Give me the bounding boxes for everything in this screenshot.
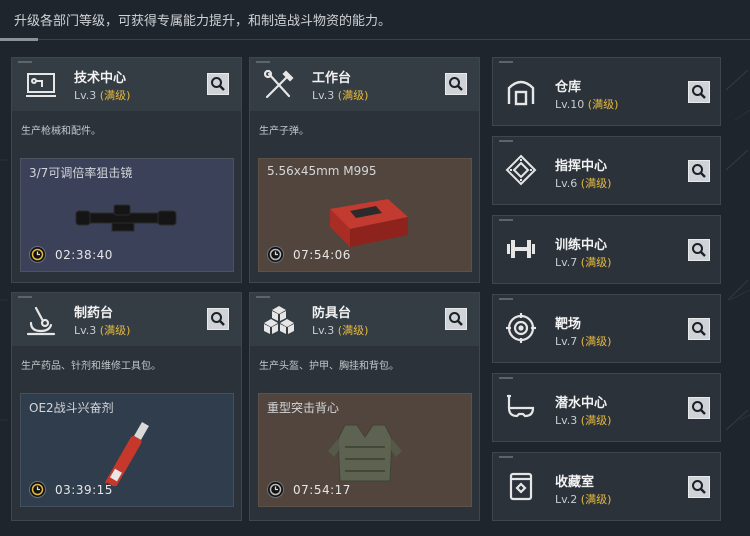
card-notch bbox=[499, 377, 513, 379]
department-card-tech-center[interactable]: 技术中心 Lv.3 (满级) 生产枪械和配件。 3/7可调倍率狙击镜 02:38… bbox=[11, 57, 242, 283]
search-button[interactable] bbox=[207, 308, 229, 330]
card-title: 防具台 bbox=[312, 306, 352, 321]
header-divider bbox=[0, 39, 750, 40]
card-notch bbox=[499, 456, 513, 458]
department-card-warehouse[interactable]: 仓库 Lv.10 (满级) bbox=[492, 57, 721, 126]
card-notch bbox=[499, 298, 513, 300]
header-divider-accent bbox=[0, 38, 38, 41]
card-description: 生产头盔、护甲、胸挂和背包。 bbox=[259, 361, 399, 372]
card-title: 潜水中心 bbox=[555, 396, 608, 411]
search-button[interactable] bbox=[688, 239, 710, 261]
card-title: 训练中心 bbox=[555, 238, 608, 253]
cubes-icon bbox=[261, 303, 297, 337]
injector-image bbox=[101, 421, 149, 486]
search-icon bbox=[211, 77, 225, 91]
card-notch bbox=[18, 61, 32, 63]
card-level: Lv.7 (满级) bbox=[555, 256, 612, 269]
craft-slot[interactable]: OE2战斗兴奋剂 03:39:15 bbox=[20, 393, 234, 507]
department-card-collection-room[interactable]: 收藏室 Lv.2 (满级) bbox=[492, 452, 721, 521]
computer-icon bbox=[23, 68, 59, 102]
department-card-armor[interactable]: 防具台 Lv.3 (满级) 生产头盔、护甲、胸挂和背包。 重型突击背心 07:5… bbox=[249, 292, 480, 521]
search-icon bbox=[211, 312, 225, 326]
card-level: Lv.3 (满级) bbox=[74, 324, 131, 337]
department-card-command-center[interactable]: 指挥中心 Lv.6 (满级) bbox=[492, 136, 721, 205]
card-description: 生产子弹。 bbox=[259, 126, 309, 137]
craft-item-name: 重型突击背心 bbox=[267, 401, 340, 415]
craft-slot[interactable]: 重型突击背心 07:54:17 bbox=[258, 393, 472, 507]
craft-slot[interactable]: 3/7可调倍率狙击镜 02:38:40 bbox=[20, 158, 234, 272]
card-notch bbox=[256, 61, 270, 63]
search-button[interactable] bbox=[688, 476, 710, 498]
search-icon bbox=[692, 401, 706, 415]
timer-icon bbox=[267, 246, 284, 263]
craft-timer: 07:54:06 bbox=[293, 248, 351, 262]
card-title: 制药台 bbox=[74, 306, 114, 321]
search-icon bbox=[692, 85, 706, 99]
search-button[interactable] bbox=[445, 73, 467, 95]
dumbbell-icon bbox=[503, 232, 537, 266]
chip-icon bbox=[503, 153, 537, 187]
card-title: 指挥中心 bbox=[555, 159, 608, 174]
decorative-side-lines bbox=[725, 69, 749, 431]
search-icon bbox=[692, 164, 706, 178]
card-level: Lv.2 (满级) bbox=[555, 493, 612, 506]
department-card-training-center[interactable]: 训练中心 Lv.7 (满级) bbox=[492, 215, 721, 284]
collection-icon bbox=[503, 469, 537, 503]
card-description: 生产枪械和配件。 bbox=[21, 126, 101, 137]
card-description: 生产药品、针剂和维修工具包。 bbox=[21, 361, 161, 372]
page-description: 升级各部门等级，可获得专属能力提升，和制造战斗物资的能力。 bbox=[14, 14, 392, 29]
department-card-workbench[interactable]: 工作台 Lv.3 (满级) 生产子弹。 5.56x45mm M995 07:54… bbox=[249, 57, 480, 283]
card-level: Lv.10 (满级) bbox=[555, 98, 619, 111]
ammo-box-image bbox=[330, 199, 408, 247]
card-level: Lv.3 (满级) bbox=[74, 89, 131, 102]
craft-timer: 03:39:15 bbox=[55, 483, 113, 497]
card-level: Lv.3 (满级) bbox=[312, 89, 369, 102]
search-button[interactable] bbox=[688, 81, 710, 103]
search-button[interactable] bbox=[688, 160, 710, 182]
search-icon bbox=[449, 312, 463, 326]
card-notch bbox=[18, 296, 32, 298]
vest-image bbox=[328, 424, 402, 482]
search-icon bbox=[692, 480, 706, 494]
target-icon bbox=[503, 311, 537, 345]
craft-slot[interactable]: 5.56x45mm M995 07:54:06 bbox=[258, 158, 472, 272]
search-icon bbox=[449, 77, 463, 91]
card-title: 靶场 bbox=[555, 317, 582, 332]
card-level: Lv.3 (满级) bbox=[555, 414, 612, 427]
card-title: 仓库 bbox=[555, 80, 582, 95]
card-level: Lv.3 (满级) bbox=[312, 324, 369, 337]
craft-timer: 02:38:40 bbox=[55, 248, 113, 262]
department-card-diving-center[interactable]: 潜水中心 Lv.3 (满级) bbox=[492, 373, 721, 442]
card-notch bbox=[256, 296, 270, 298]
craft-item-name: OE2战斗兴奋剂 bbox=[29, 401, 114, 415]
craft-item-name: 5.56x45mm M995 bbox=[267, 164, 377, 178]
department-card-shooting-range[interactable]: 靶场 Lv.7 (满级) bbox=[492, 294, 721, 363]
craft-timer: 07:54:17 bbox=[293, 483, 351, 497]
scope-image bbox=[75, 204, 177, 232]
microscope-icon bbox=[23, 303, 59, 337]
diving-mask-icon bbox=[503, 390, 537, 424]
card-notch bbox=[499, 140, 513, 142]
search-button[interactable] bbox=[688, 397, 710, 419]
search-icon bbox=[692, 243, 706, 257]
timer-icon bbox=[267, 481, 284, 498]
card-level: Lv.6 (满级) bbox=[555, 177, 612, 190]
search-icon bbox=[692, 322, 706, 336]
search-button[interactable] bbox=[207, 73, 229, 95]
card-title: 工作台 bbox=[312, 71, 352, 86]
card-level: Lv.7 (满级) bbox=[555, 335, 612, 348]
craft-item-name: 3/7可调倍率狙击镜 bbox=[29, 166, 133, 180]
card-title: 技术中心 bbox=[74, 71, 127, 86]
timer-icon bbox=[29, 246, 46, 263]
search-button[interactable] bbox=[445, 308, 467, 330]
department-card-pharmacy[interactable]: 制药台 Lv.3 (满级) 生产药品、针剂和维修工具包。 OE2战斗兴奋剂 03… bbox=[11, 292, 242, 521]
warehouse-icon bbox=[503, 74, 537, 108]
card-notch bbox=[499, 61, 513, 63]
search-button[interactable] bbox=[688, 318, 710, 340]
card-title: 收藏室 bbox=[555, 475, 595, 490]
card-notch bbox=[499, 219, 513, 221]
timer-icon bbox=[29, 481, 46, 498]
tools-icon bbox=[261, 68, 297, 102]
